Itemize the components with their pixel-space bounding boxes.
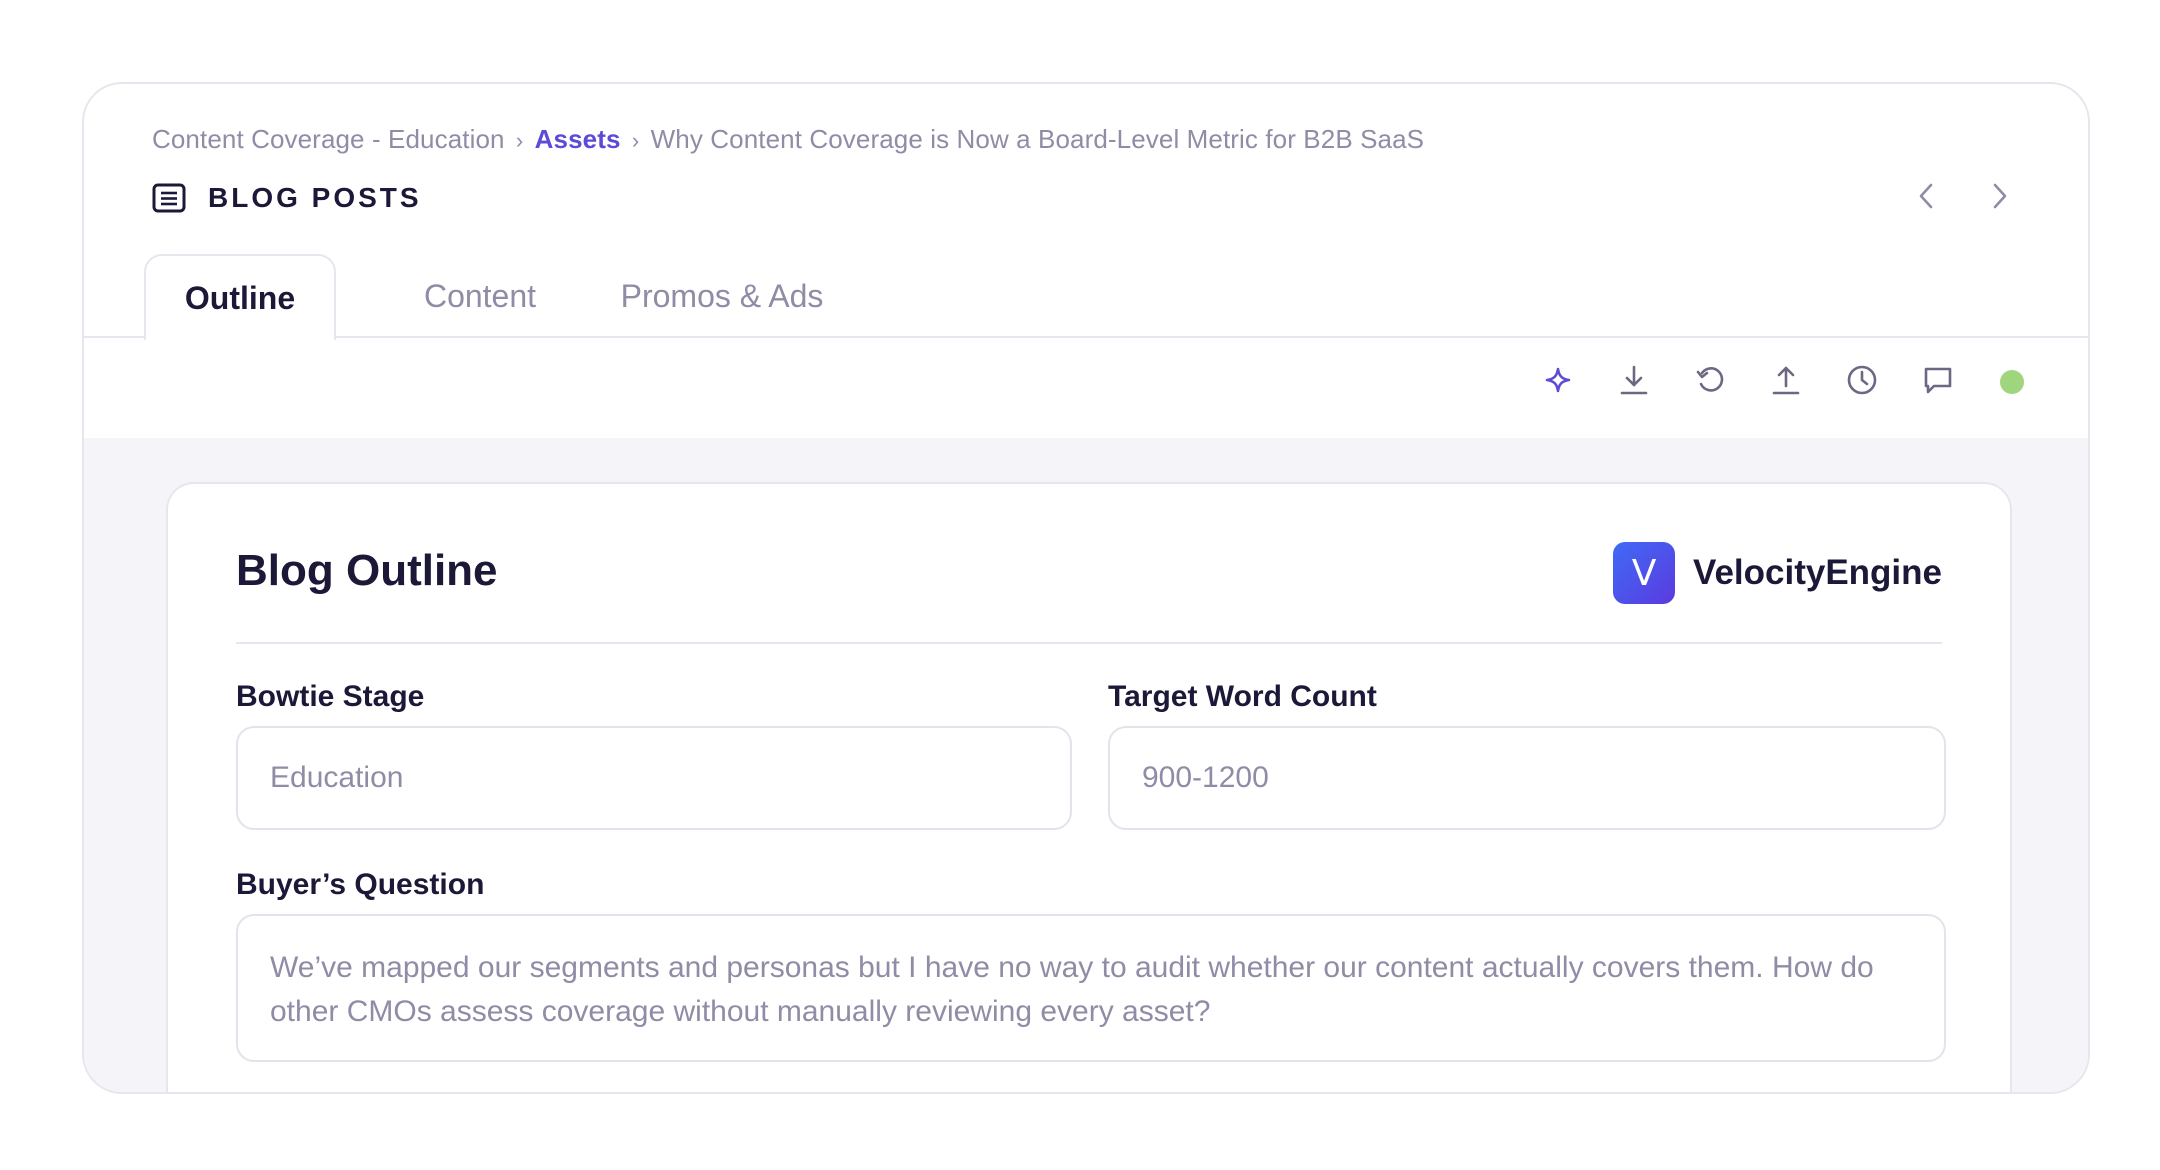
section-header: BLOG POSTS (152, 182, 422, 214)
download-icon (1619, 364, 1649, 401)
status-indicator (2000, 370, 2024, 394)
asset-toolbar (1540, 364, 2024, 400)
brand: V VelocityEngine (1613, 542, 1942, 604)
refresh-icon (1694, 364, 1726, 401)
sparkle-icon (1545, 367, 1571, 398)
asset-card: Content Coverage - Education › Assets › … (82, 82, 2090, 1094)
tab-content[interactable]: Content (380, 254, 580, 338)
tab-promos-ads[interactable]: Promos & Ads (604, 254, 840, 338)
next-asset-button[interactable] (1984, 176, 2016, 220)
content-area: Blog Outline V VelocityEngine Bowtie Sta… (84, 438, 2088, 1092)
history-button[interactable] (1844, 364, 1880, 400)
asset-pager (1910, 176, 2016, 220)
blog-outline-panel: Blog Outline V VelocityEngine Bowtie Sta… (166, 482, 2012, 1092)
upload-button[interactable] (1768, 364, 1804, 400)
breadcrumb-item-assets[interactable]: Assets (535, 124, 621, 154)
comment-icon (1923, 365, 1953, 400)
brand-logo: V (1613, 542, 1676, 604)
section-title: BLOG POSTS (208, 182, 422, 213)
upload-icon (1771, 364, 1801, 401)
tab-bar: Outline Content Promos & Ads (84, 254, 2088, 340)
ai-generate-button[interactable] (1540, 364, 1576, 400)
breadcrumb-item-current: Why Content Coverage is Now a Board-Leve… (650, 124, 1425, 154)
breadcrumb-separator: › (515, 128, 524, 153)
breadcrumb: Content Coverage - Education › Assets › … (152, 124, 1424, 155)
panel-divider (236, 642, 1942, 644)
comments-button[interactable] (1920, 364, 1956, 400)
panel-title: Blog Outline (236, 546, 498, 595)
breadcrumb-separator: › (631, 128, 640, 153)
brand-name: VelocityEngine (1693, 553, 1942, 592)
bowtie-stage-input[interactable]: Education (236, 726, 1072, 830)
bowtie-stage-label: Bowtie Stage (236, 680, 425, 713)
buyers-question-textarea[interactable]: We’ve mapped our segments and personas b… (236, 914, 1946, 1062)
chevron-left-icon (1917, 182, 1935, 215)
history-icon (1846, 364, 1878, 401)
download-button[interactable] (1616, 364, 1652, 400)
previous-asset-button[interactable] (1910, 176, 1942, 220)
breadcrumb-item-campaign[interactable]: Content Coverage - Education (152, 124, 505, 154)
tab-outline[interactable]: Outline (144, 254, 336, 340)
chevron-right-icon (1991, 182, 2009, 215)
target-word-count-label: Target Word Count (1108, 680, 1377, 713)
target-word-count-input[interactable]: 900-1200 (1108, 726, 1946, 830)
regenerate-button[interactable] (1692, 364, 1728, 400)
document-lines-icon (152, 183, 186, 213)
buyers-question-label: Buyer’s Question (236, 868, 485, 901)
